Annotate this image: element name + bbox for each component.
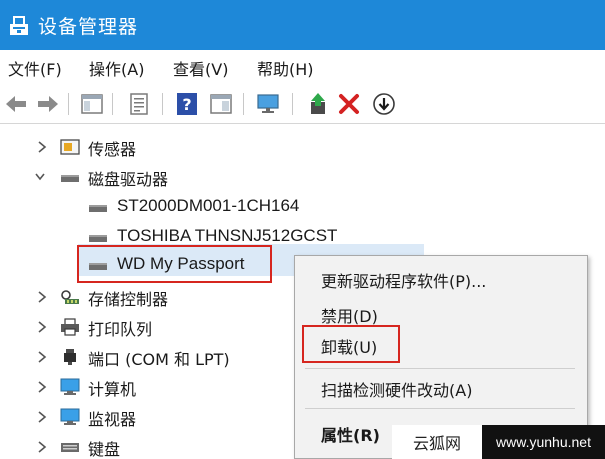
tree-item-label: 打印队列 bbox=[88, 320, 153, 339]
help-icon[interactable]: ? bbox=[175, 92, 199, 116]
tree-item-label: TOSHIBA THNSNJ512GCST bbox=[117, 226, 338, 245]
toolbar-separator bbox=[162, 93, 163, 115]
chevron-right-icon[interactable] bbox=[36, 320, 48, 334]
download-icon[interactable] bbox=[372, 92, 396, 116]
tree-item-label: 键盘 bbox=[88, 440, 121, 459]
chevron-right-icon[interactable] bbox=[36, 380, 48, 394]
monitor-icon bbox=[60, 408, 80, 425]
chevron-right-icon[interactable] bbox=[36, 350, 48, 364]
context-menu-separator bbox=[305, 368, 575, 369]
watermark-url: www.yunhu.net bbox=[482, 425, 605, 459]
menu-view[interactable]: 查看(V) bbox=[173, 56, 228, 80]
watermark-site-name: 云狐网 bbox=[392, 425, 482, 459]
menu-action[interactable]: 操作(A) bbox=[89, 56, 144, 80]
title-bar: 设备管理器 bbox=[0, 0, 605, 50]
menu-bar: 文件(F) 操作(A) 查看(V) 帮助(H) bbox=[0, 50, 605, 84]
sensor-icon bbox=[60, 139, 80, 155]
tree-item-label: 计算机 bbox=[88, 380, 137, 399]
disk-drive-icon bbox=[61, 175, 79, 182]
tree-item-disk-drives[interactable]: 磁盘驱动器 bbox=[0, 162, 605, 192]
port-icon bbox=[64, 349, 76, 365]
tree-item-label: 传感器 bbox=[88, 140, 137, 159]
watermark: 云狐网 www.yunhu.net bbox=[392, 425, 605, 459]
printer-icon bbox=[61, 318, 79, 336]
window-title: 设备管理器 bbox=[38, 16, 139, 38]
disk-drive-icon bbox=[89, 235, 107, 242]
tree-item-label: 磁盘驱动器 bbox=[88, 170, 169, 189]
monitor-scan-icon[interactable] bbox=[256, 92, 280, 116]
details-icon[interactable] bbox=[127, 92, 151, 116]
tree-item-sensors[interactable]: 传感器 bbox=[0, 132, 605, 162]
chevron-right-icon[interactable] bbox=[36, 410, 48, 424]
storage-controller-icon bbox=[61, 290, 79, 304]
keyboard-icon bbox=[61, 443, 79, 452]
properties-pane-icon[interactable] bbox=[80, 92, 104, 116]
context-menu-separator bbox=[305, 408, 575, 409]
chevron-right-icon[interactable] bbox=[36, 440, 48, 454]
uninstall-icon[interactable] bbox=[337, 92, 361, 116]
tree-item-st2000[interactable]: ST2000DM001-1CH164 bbox=[0, 192, 605, 222]
toolbar-separator bbox=[68, 93, 69, 115]
context-menu-scan-hardware[interactable]: 扫描检测硬件改动(A) bbox=[321, 377, 472, 401]
uninstall-highlight-box bbox=[302, 325, 400, 363]
chevron-right-icon[interactable] bbox=[36, 140, 48, 154]
computer-icon bbox=[60, 378, 80, 395]
toolbar-separator bbox=[243, 93, 244, 115]
toolbar-separator bbox=[112, 93, 113, 115]
selection-highlight-box bbox=[77, 245, 272, 283]
toolbar: ? bbox=[0, 84, 605, 124]
tree-item-label: 存储控制器 bbox=[88, 290, 169, 309]
device-manager-icon bbox=[10, 16, 28, 35]
back-icon[interactable] bbox=[4, 92, 28, 116]
context-menu-properties[interactable]: 属性(R) bbox=[321, 422, 380, 446]
menu-file[interactable]: 文件(F) bbox=[8, 56, 62, 80]
context-menu-update-driver[interactable]: 更新驱动程序软件(P)... bbox=[321, 268, 486, 292]
svg-text:?: ? bbox=[182, 95, 191, 114]
context-menu-disable[interactable]: 禁用(D) bbox=[321, 303, 378, 327]
tree-item-label: 端口 (COM 和 LPT) bbox=[88, 350, 230, 369]
forward-icon[interactable] bbox=[36, 92, 60, 116]
view-icon[interactable] bbox=[209, 92, 233, 116]
tree-item-label: 监视器 bbox=[88, 410, 137, 429]
update-driver-icon[interactable] bbox=[306, 92, 330, 116]
chevron-down-icon[interactable] bbox=[34, 170, 46, 184]
toolbar-separator bbox=[292, 93, 293, 115]
disk-drive-icon bbox=[89, 205, 107, 212]
chevron-right-icon[interactable] bbox=[36, 290, 48, 304]
menu-help[interactable]: 帮助(H) bbox=[257, 56, 314, 80]
tree-item-label: ST2000DM001-1CH164 bbox=[117, 196, 300, 215]
